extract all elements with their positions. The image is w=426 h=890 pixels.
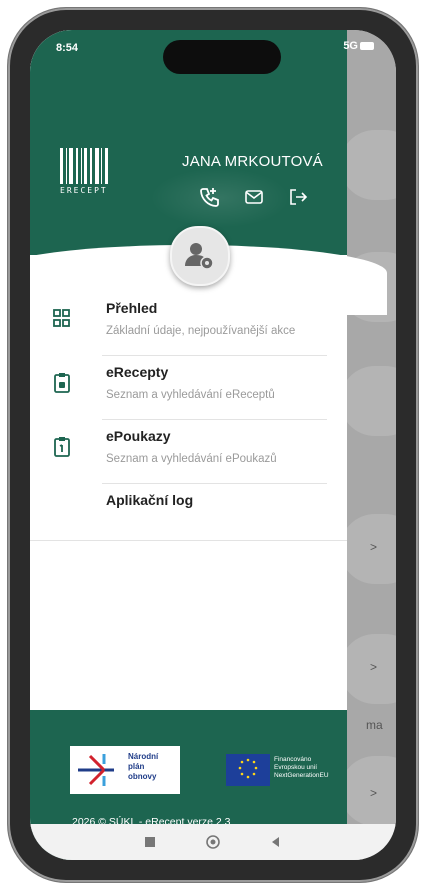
recents-button[interactable] — [140, 832, 160, 852]
menu-item-aplikacni-log[interactable]: Aplikační log — [30, 484, 347, 548]
header-actions — [198, 185, 318, 211]
bg-chevron-2: > — [370, 660, 378, 674]
menu-item-subtitle: Seznam a vyhledávání eReceptů — [106, 389, 275, 401]
menu-item-subtitle: Seznam a vyhledávání ePoukazů — [106, 453, 277, 465]
user-settings-icon — [185, 243, 214, 270]
menu-item-title: ePoukazy — [106, 428, 171, 444]
npo-logo: Národní plán obnovy — [70, 746, 180, 794]
status-time: 8:54 — [56, 42, 79, 54]
prescription-icon — [52, 372, 72, 394]
menu-item-subtitle: Základní údaje, nejpoužívanější akce — [106, 325, 296, 337]
signal-text: 5G — [343, 40, 358, 52]
user-name: JANA MRKOUTOVÁ — [182, 153, 323, 170]
bg-text-2: ma — [366, 718, 383, 732]
mail-icon[interactable] — [242, 185, 266, 209]
drawer-menu: Přehled Základní údaje, nejpoužívanější … — [30, 292, 347, 548]
system-nav-bar — [30, 824, 396, 860]
npo-text: Národní plán obnovy — [128, 752, 159, 781]
status-icons: 5G — [343, 40, 374, 52]
logout-icon[interactable] — [286, 185, 310, 209]
bg-chevron-1: > — [370, 540, 378, 554]
dynamic-island — [163, 40, 281, 74]
dashboard-icon — [52, 308, 72, 330]
eu-logo: Financováno Evropskou unií NextGeneratio… — [226, 754, 338, 790]
erecept-logo: ERECEPT — [60, 148, 108, 195]
menu-item-title: Přehled — [106, 300, 158, 316]
phone-forward-icon[interactable] — [198, 185, 222, 209]
bg-chevron-3: > — [370, 786, 378, 800]
battery-icon — [360, 42, 374, 51]
phone-frame: ní ma > > > ERECEPT JANA MRK — [8, 8, 418, 882]
menu-item-title: Aplikační log — [106, 492, 194, 508]
avatar[interactable] — [170, 226, 230, 286]
eu-text: Financováno Evropskou unií NextGeneratio… — [274, 756, 329, 779]
home-button[interactable] — [203, 832, 223, 852]
logo-text: ERECEPT — [60, 186, 108, 195]
navigation-drawer: ERECEPT JANA MRKOUTOVÁ Přehled Základní … — [30, 30, 387, 860]
menu-item-title: eRecepty — [106, 364, 169, 380]
menu-item-erecepty[interactable]: eRecepty Seznam a vyhledávání eReceptů — [30, 356, 347, 420]
back-button[interactable] — [266, 832, 286, 852]
menu-item-epoukazy[interactable]: ePoukazy Seznam a vyhledávání ePoukazů — [30, 420, 347, 484]
menu-item-prehled[interactable]: Přehled Základní údaje, nejpoužívanější … — [30, 292, 347, 356]
screen: ní ma > > > ERECEPT JANA MRK — [30, 30, 396, 860]
voucher-icon — [52, 436, 72, 458]
